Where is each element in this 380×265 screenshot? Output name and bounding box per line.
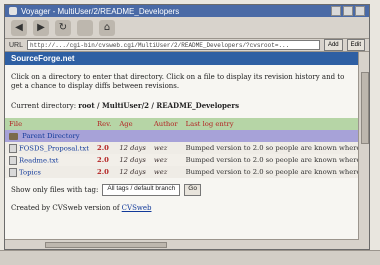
stop-icon[interactable] <box>77 19 93 36</box>
parent-directory-row[interactable]: Parent Directory <box>5 130 359 142</box>
age-cell: 12 days <box>119 156 146 164</box>
page-content: SourceForge.net Click on a directory to … <box>5 52 359 249</box>
rev-cell[interactable]: 2.0 <box>93 142 115 154</box>
app-icon <box>9 7 17 15</box>
rev-cell[interactable]: 2.0 <box>93 166 115 178</box>
col-author[interactable]: Author <box>149 118 182 130</box>
folder-icon <box>9 132 18 140</box>
minimize-button[interactable] <box>331 6 341 16</box>
url-input[interactable]: http://.../cgi-bin/cvsweb.cgi/MultiUser/… <box>27 40 320 50</box>
window-titlebar: Voyager - MultiUser/2/README_Developers <box>5 5 369 17</box>
reload-icon[interactable]: ↻ <box>55 19 71 36</box>
tag-select[interactable]: All tags / default branch <box>102 184 181 196</box>
intro-text: Click on a directory to enter that direc… <box>11 73 345 90</box>
status-bar <box>0 250 380 265</box>
vertical-scrollbar[interactable] <box>358 52 369 249</box>
tag-filter: Show only files with tag: All tags / def… <box>5 178 359 196</box>
col-file[interactable]: File <box>5 118 93 130</box>
parent-directory-link[interactable]: Parent Directory <box>22 132 79 140</box>
col-age[interactable]: Age <box>115 118 150 130</box>
current-directory-label: Current directory: <box>11 102 77 110</box>
file-cell[interactable]: FOSDS_Proposal.txt <box>5 142 93 154</box>
current-directory-value: root / MultiUser/2 / README_Developers <box>78 101 240 110</box>
rev-cell[interactable]: 2.0 <box>93 154 115 166</box>
age-cell: 12 days <box>119 168 146 176</box>
footer-text: Created by CVSweb version of CVSweb <box>5 196 359 212</box>
close-button[interactable] <box>355 6 365 16</box>
horizontal-scrollbar[interactable] <box>5 239 359 249</box>
window-title: Voyager - MultiUser/2/README_Developers <box>21 6 180 16</box>
log-cell: Bumped version to 2.0 so people are know… <box>185 144 359 152</box>
current-directory: Current directory: root / MultiUser/2 / … <box>5 91 359 110</box>
table-row: Topics 2.0 12 days wez Bumped version to… <box>5 166 359 178</box>
table-row: Readme.txt 2.0 12 days wez Bumped versio… <box>5 154 359 166</box>
file-cell[interactable]: Readme.txt <box>5 154 93 166</box>
tag-filter-label: Show only files with tag: <box>11 186 99 194</box>
back-arrow-icon[interactable]: ◀ <box>11 19 27 36</box>
browser-toolbar: ◀ ▶ ↻ ⌂ <box>5 17 369 39</box>
footer-middle: CVSweb version of <box>52 204 120 212</box>
file-icon <box>9 155 17 165</box>
file-cell[interactable]: Topics <box>5 166 93 178</box>
edit-button[interactable]: Edit <box>346 39 365 51</box>
author-cell: wez <box>153 144 168 152</box>
address-bar: URL http://.../cgi-bin/cvsweb.cgi/MultiU… <box>5 39 369 52</box>
table-row: FOSDS_Proposal.txt 2.0 12 days wez Bumpe… <box>5 142 359 154</box>
col-last-log[interactable]: Last log entry <box>181 118 359 130</box>
col-rev[interactable]: Rev. <box>92 118 116 130</box>
horizontal-scrollbar-thumb[interactable] <box>45 242 167 248</box>
file-icon <box>9 167 17 177</box>
add-button[interactable]: Add <box>323 39 343 51</box>
cvsweb-link[interactable]: CVSweb <box>122 204 152 212</box>
table-header-row: File Rev. Age Author Last log entry <box>5 118 359 130</box>
author-cell: wez <box>153 156 168 164</box>
files-table: File Rev. Age Author Last log entry Pare… <box>5 118 359 178</box>
footer-prefix: Created by <box>11 204 51 212</box>
file-link[interactable]: FOSDS_Proposal.txt <box>19 144 89 152</box>
url-label: URL <box>9 41 24 49</box>
site-header-band: SourceForge.net <box>5 52 359 65</box>
log-cell: Bumped version to 2.0 so people are know… <box>185 168 359 176</box>
file-link[interactable]: Readme.txt <box>19 156 58 164</box>
go-button[interactable]: Go <box>184 184 201 196</box>
log-cell: Bumped version to 2.0 so people are know… <box>185 156 359 164</box>
vertical-scrollbar-thumb[interactable] <box>361 72 369 144</box>
home-icon[interactable]: ⌂ <box>99 19 115 36</box>
parent-directory-cell[interactable]: Parent Directory <box>5 130 359 142</box>
age-cell: 12 days <box>119 144 146 152</box>
maximize-button[interactable] <box>343 6 353 16</box>
browser-window: Voyager - MultiUser/2/README_Developers … <box>4 4 370 250</box>
forward-arrow-icon[interactable]: ▶ <box>33 19 49 36</box>
author-cell: wez <box>153 168 168 176</box>
file-icon <box>9 143 17 153</box>
file-link[interactable]: Topics <box>19 168 41 176</box>
